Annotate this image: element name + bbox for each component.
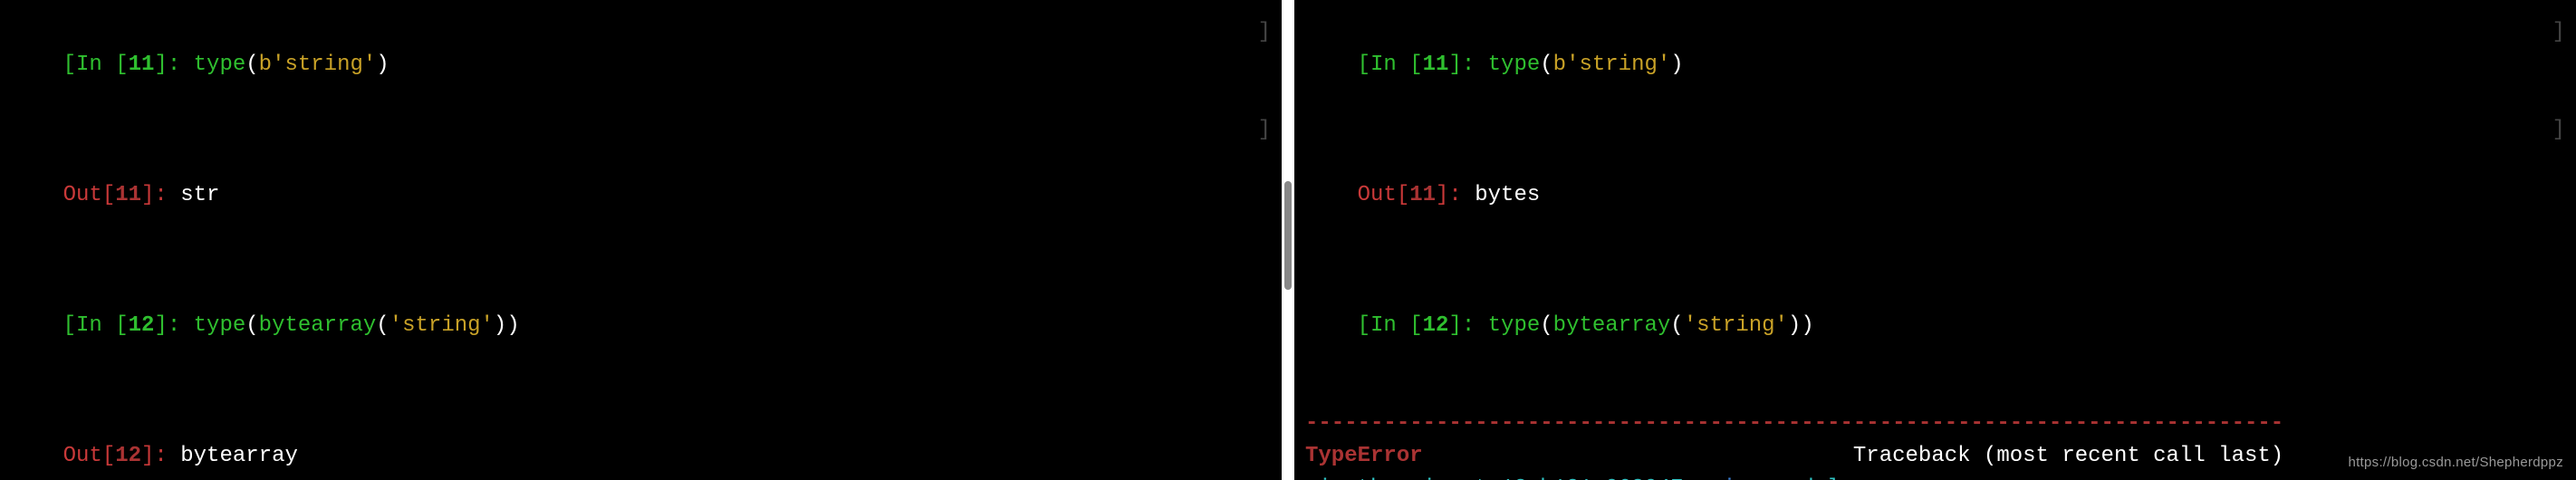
out-number: 11 <box>115 183 141 207</box>
out-bracket-l: Out[ <box>1358 183 1410 207</box>
output-line: Out[11]: bytes <box>1305 147 2565 245</box>
code-token: ( <box>1540 53 1552 77</box>
code-token: bytearray <box>1553 313 1671 338</box>
line-end-bracket: ] <box>1258 114 1271 147</box>
out-number: 11 <box>1409 183 1436 207</box>
error-name: TypeError <box>1305 444 1423 468</box>
out-bracket-r: ]: <box>1436 183 1475 207</box>
line-end-bracket: ] <box>2552 16 2565 49</box>
input-line: [In [11]: type(b'string') ] <box>1305 16 2565 147</box>
in-bracket-l: [In [ <box>63 53 129 77</box>
code-token: ( <box>1670 313 1683 338</box>
code: type(bytearray('string')) <box>194 313 520 338</box>
in-number: 12 <box>129 313 155 338</box>
code-token: 'string' <box>389 313 494 338</box>
line-end-bracket: ] <box>1258 16 1271 49</box>
code-token: 'string' <box>1684 313 1788 338</box>
left-terminal-pane[interactable]: [In [11]: type(b'string') ] Out[11]: str… <box>0 0 1282 480</box>
output-line: Out[11]: str <box>11 147 1271 245</box>
code-token: ) <box>376 53 389 77</box>
code-token: bytearray <box>259 313 377 338</box>
out-bracket-l: Out[ <box>63 444 116 468</box>
watermark-text: https://blog.csdn.net/Shepherdppz <box>2348 453 2563 474</box>
in-bracket-r: ]: <box>154 313 193 338</box>
in-bracket-l: [In [ <box>63 313 129 338</box>
input-line: [In [11]: type(b'string') ] <box>11 16 1271 147</box>
input-line: [In [12]: type(bytearray('string')) ] <box>11 277 1271 408</box>
code-token: type <box>194 313 246 338</box>
code-token: b'string' <box>1553 53 1671 77</box>
out-bracket-l: Out[ <box>63 183 116 207</box>
traceback-location: <ipython-input-12-b121e068947c> in <modu… <box>1305 473 2565 480</box>
in-number: 11 <box>129 53 155 77</box>
input-line: [In [12]: type(bytearray('string')) ] <box>1305 277 2565 408</box>
in-number: 12 <box>1423 313 1449 338</box>
in-bracket-l: [In [ <box>1358 313 1423 338</box>
code-token: )) <box>494 313 520 338</box>
out-bracket-r: ]: <box>141 444 180 468</box>
code-token: ( <box>376 313 389 338</box>
code-token: b'string' <box>259 53 377 77</box>
code-token: ( <box>245 53 258 77</box>
in-bracket-r: ]: <box>154 53 193 77</box>
in-bracket-r: ]: <box>1448 313 1487 338</box>
output-value: bytearray <box>180 444 298 468</box>
traceback-separator: ----------------------------------------… <box>1305 408 2565 440</box>
code: type(bytearray('string')) <box>1488 313 1814 338</box>
in-bracket-l: [In [ <box>1358 53 1423 77</box>
code-token: type <box>1488 313 1541 338</box>
out-number: 12 <box>115 444 141 468</box>
code-token: type <box>194 53 246 77</box>
pane-divider[interactable] <box>1282 0 1294 480</box>
code: type(b'string') <box>1488 53 1684 77</box>
blank-line <box>11 245 1271 277</box>
code-token: ( <box>1540 313 1552 338</box>
output-line: Out[12]: bytearray <box>11 408 1271 480</box>
code-token: ) <box>1670 53 1683 77</box>
in-bracket-r: ]: <box>1448 53 1487 77</box>
output-value: bytes <box>1475 183 1540 207</box>
in-number: 11 <box>1423 53 1449 77</box>
code: type(b'string') <box>194 53 389 77</box>
output-value: str <box>180 183 219 207</box>
code-token: ( <box>245 313 258 338</box>
out-bracket-r: ]: <box>141 183 180 207</box>
line-end-bracket: ] <box>2552 114 2565 147</box>
blank-line <box>1305 245 2565 277</box>
code-token: )) <box>1788 313 1814 338</box>
code-token: type <box>1488 53 1541 77</box>
right-terminal-pane[interactable]: [In [11]: type(b'string') ] Out[11]: byt… <box>1294 0 2576 480</box>
